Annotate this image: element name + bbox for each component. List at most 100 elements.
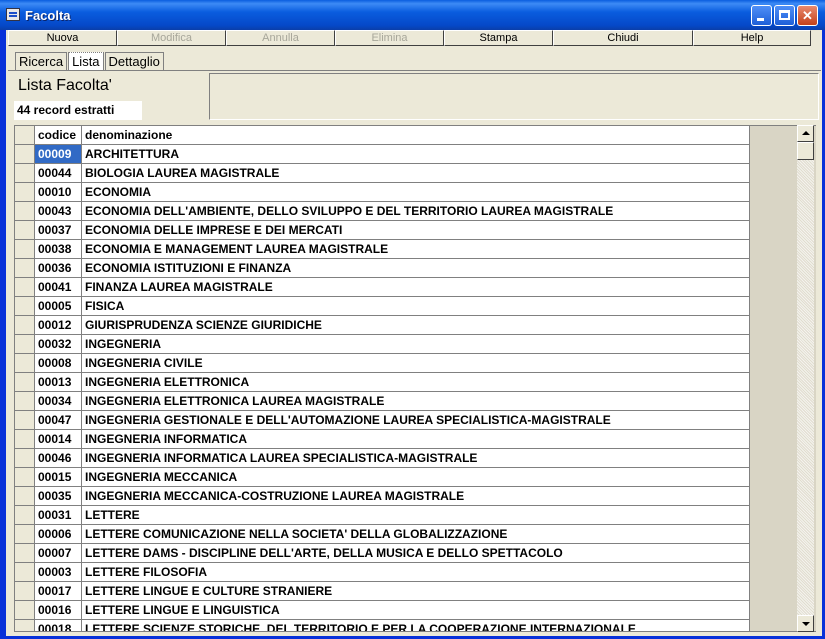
minimize-button[interactable] — [751, 5, 772, 26]
table-row[interactable]: 00047 INGEGNERIA GESTIONALE E DELL'AUTOMA… — [15, 411, 750, 430]
cell-denominazione[interactable]: INGEGNERIA CIVILE — [82, 354, 750, 373]
table-row[interactable]: 00017 LETTERE LINGUE E CULTURE STRANIERE — [15, 582, 750, 601]
help-button[interactable]: Help — [693, 30, 811, 46]
row-selector[interactable] — [15, 430, 35, 449]
table-row[interactable]: 00034 INGEGNERIA ELETTRONICA LAUREA MAGIS… — [15, 392, 750, 411]
table-row[interactable]: 00016 LETTERE LINGUE E LINGUISTICA — [15, 601, 750, 620]
chiudi-button[interactable]: Chiudi — [553, 30, 693, 46]
row-selector[interactable] — [15, 392, 35, 411]
cell-denominazione[interactable]: LETTERE — [82, 506, 750, 525]
cell-denominazione[interactable]: INGEGNERIA — [82, 335, 750, 354]
cell-codice[interactable]: 00014 — [35, 430, 82, 449]
cell-denominazione[interactable]: BIOLOGIA LAUREA MAGISTRALE — [82, 164, 750, 183]
cell-denominazione[interactable]: FINANZA LAUREA MAGISTRALE — [82, 278, 750, 297]
annulla-button[interactable]: Annulla — [226, 30, 335, 46]
cell-denominazione[interactable]: LETTERE FILOSOFIA — [82, 563, 750, 582]
table-row[interactable]: 00046 INGEGNERIA INFORMATICA LAUREA SPECI… — [15, 449, 750, 468]
row-selector[interactable] — [15, 335, 35, 354]
cell-codice[interactable]: 00034 — [35, 392, 82, 411]
cell-codice[interactable]: 00012 — [35, 316, 82, 335]
row-selector[interactable] — [15, 183, 35, 202]
cell-codice[interactable]: 00037 — [35, 221, 82, 240]
cell-codice[interactable]: 00018 — [35, 620, 82, 631]
cell-denominazione[interactable]: INGEGNERIA MECCANICA-COSTRUZIONE LAUREA … — [82, 487, 750, 506]
table-row[interactable]: 00005 FISICA — [15, 297, 750, 316]
cell-codice[interactable]: 00009 — [35, 145, 82, 164]
cell-denominazione[interactable]: LETTERE SCIENZE STORICHE, DEL TERRITORIO… — [82, 620, 750, 631]
cell-codice[interactable]: 00015 — [35, 468, 82, 487]
cell-codice[interactable]: 00043 — [35, 202, 82, 221]
row-selector[interactable] — [15, 620, 35, 631]
elimina-button[interactable]: Elimina — [335, 30, 444, 46]
cell-denominazione[interactable]: ECONOMIA E MANAGEMENT LAUREA MAGISTRALE — [82, 240, 750, 259]
results-grid[interactable]: codice denominazione 00009 ARCHITETTURA 00… — [14, 125, 816, 632]
table-row[interactable]: 00032 INGEGNERIA — [15, 335, 750, 354]
table-row[interactable]: 00009 ARCHITETTURA — [15, 145, 750, 164]
close-button[interactable]: ✕ — [797, 5, 818, 26]
cell-denominazione[interactable]: ECONOMIA ISTITUZIONI E FINANZA — [82, 259, 750, 278]
table-row[interactable]: 00018 LETTERE SCIENZE STORICHE, DEL TERRI… — [15, 620, 750, 631]
row-selector[interactable] — [15, 259, 35, 278]
table-row[interactable]: 00031 LETTERE — [15, 506, 750, 525]
cell-denominazione[interactable]: LETTERE LINGUE E LINGUISTICA — [82, 601, 750, 620]
cell-codice[interactable]: 00008 — [35, 354, 82, 373]
cell-denominazione[interactable]: ECONOMIA — [82, 183, 750, 202]
table-row[interactable]: 00007 LETTERE DAMS - DISCIPLINE DELL'ARTE… — [15, 544, 750, 563]
modifica-button[interactable]: Modifica — [117, 30, 226, 46]
maximize-button[interactable] — [774, 5, 795, 26]
cell-codice[interactable]: 00046 — [35, 449, 82, 468]
column-header-codice[interactable]: codice — [35, 126, 82, 145]
cell-denominazione[interactable]: GIURISPRUDENZA SCIENZE GIURIDICHE — [82, 316, 750, 335]
row-selector[interactable] — [15, 544, 35, 563]
cell-denominazione[interactable]: INGEGNERIA GESTIONALE E DELL'AUTOMAZIONE… — [82, 411, 750, 430]
row-selector[interactable] — [15, 468, 35, 487]
row-selector[interactable] — [15, 487, 35, 506]
row-selector[interactable] — [15, 354, 35, 373]
cell-codice[interactable]: 00031 — [35, 506, 82, 525]
app-icon[interactable] — [6, 8, 20, 21]
cell-codice[interactable]: 00006 — [35, 525, 82, 544]
row-selector[interactable] — [15, 221, 35, 240]
cell-codice[interactable]: 00035 — [35, 487, 82, 506]
cell-denominazione[interactable]: INGEGNERIA MECCANICA — [82, 468, 750, 487]
scroll-up-button[interactable] — [797, 125, 814, 142]
title-bar[interactable]: Facolta ✕ — [0, 0, 825, 30]
row-selector[interactable] — [15, 563, 35, 582]
row-selector[interactable] — [15, 373, 35, 392]
table-row[interactable]: 00006 LETTERE COMUNICAZIONE NELLA SOCIETA… — [15, 525, 750, 544]
cell-denominazione[interactable]: INGEGNERIA ELETTRONICA LAUREA MAGISTRALE — [82, 392, 750, 411]
column-header-denominazione[interactable]: denominazione — [82, 126, 750, 145]
row-selector[interactable] — [15, 582, 35, 601]
row-selector[interactable] — [15, 411, 35, 430]
tab-dettaglio[interactable]: Dettaglio — [104, 52, 164, 70]
scroll-down-button[interactable] — [797, 615, 814, 632]
table-row[interactable]: 00015 INGEGNERIA MECCANICA — [15, 468, 750, 487]
cell-denominazione[interactable]: INGEGNERIA INFORMATICA LAUREA SPECIALIST… — [82, 449, 750, 468]
table-row[interactable]: 00008 INGEGNERIA CIVILE — [15, 354, 750, 373]
cell-codice[interactable]: 00010 — [35, 183, 82, 202]
cell-denominazione[interactable]: ECONOMIA DELL'AMBIENTE, DELLO SVILUPPO E… — [82, 202, 750, 221]
table-row[interactable]: 00012 GIURISPRUDENZA SCIENZE GIURIDICHE — [15, 316, 750, 335]
cell-denominazione[interactable]: LETTERE COMUNICAZIONE NELLA SOCIETA' DEL… — [82, 525, 750, 544]
table-row[interactable]: 00037 ECONOMIA DELLE IMPRESE E DEI MERCAT… — [15, 221, 750, 240]
table-row[interactable]: 00014 INGEGNERIA INFORMATICA — [15, 430, 750, 449]
cell-denominazione[interactable]: ARCHITETTURA — [82, 145, 750, 164]
cell-codice[interactable]: 00003 — [35, 563, 82, 582]
row-selector[interactable] — [15, 525, 35, 544]
table-row[interactable]: 00003 LETTERE FILOSOFIA — [15, 563, 750, 582]
row-selector[interactable] — [15, 316, 35, 335]
table-row[interactable]: 00044 BIOLOGIA LAUREA MAGISTRALE — [15, 164, 750, 183]
tab-ricerca[interactable]: Ricerca — [15, 52, 68, 70]
row-selector[interactable] — [15, 240, 35, 259]
vertical-scrollbar[interactable] — [797, 125, 814, 632]
cell-codice[interactable]: 00038 — [35, 240, 82, 259]
cell-codice[interactable]: 00017 — [35, 582, 82, 601]
cell-codice[interactable]: 00041 — [35, 278, 82, 297]
row-selector[interactable] — [15, 297, 35, 316]
cell-denominazione[interactable]: LETTERE LINGUE E CULTURE STRANIERE — [82, 582, 750, 601]
cell-codice[interactable]: 00044 — [35, 164, 82, 183]
cell-codice[interactable]: 00013 — [35, 373, 82, 392]
row-selector[interactable] — [15, 601, 35, 620]
table-row[interactable]: 00036 ECONOMIA ISTITUZIONI E FINANZA — [15, 259, 750, 278]
cell-codice[interactable]: 00032 — [35, 335, 82, 354]
